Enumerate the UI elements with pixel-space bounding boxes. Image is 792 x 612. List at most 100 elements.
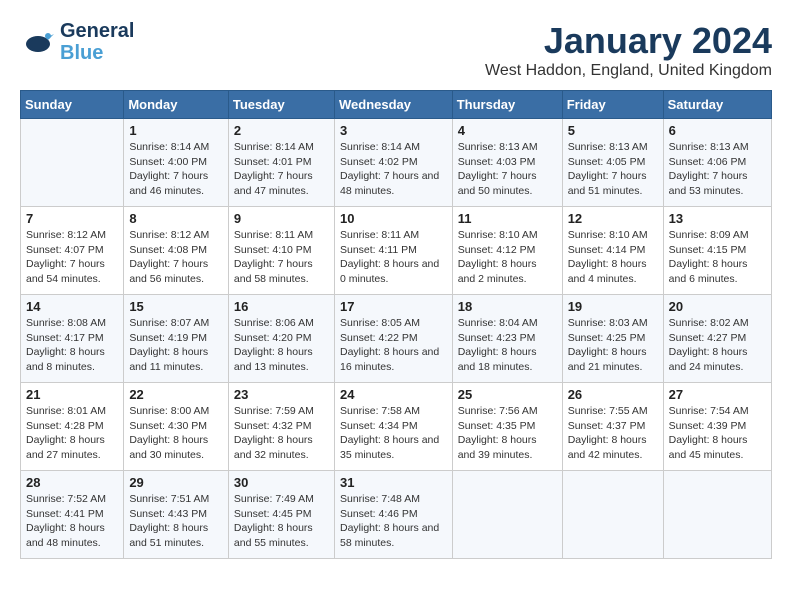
table-row: 3 Sunrise: 8:14 AM Sunset: 4:02 PM Dayli… — [334, 119, 452, 207]
day-number: 12 — [568, 211, 658, 226]
location: West Haddon, England, United Kingdom — [485, 62, 772, 80]
day-number: 22 — [129, 387, 223, 402]
day-number: 17 — [340, 299, 447, 314]
table-row: 20 Sunrise: 8:02 AM Sunset: 4:27 PM Dayl… — [663, 295, 771, 383]
cell-info: Sunrise: 8:11 AM Sunset: 4:11 PM Dayligh… — [340, 228, 447, 287]
table-row: 16 Sunrise: 8:06 AM Sunset: 4:20 PM Dayl… — [228, 295, 334, 383]
cell-info: Sunrise: 7:55 AM Sunset: 4:37 PM Dayligh… — [568, 404, 658, 463]
table-row: 28 Sunrise: 7:52 AM Sunset: 4:41 PM Dayl… — [21, 471, 124, 559]
day-number: 18 — [458, 299, 557, 314]
cell-info: Sunrise: 8:12 AM Sunset: 4:07 PM Dayligh… — [26, 228, 118, 287]
day-number: 8 — [129, 211, 223, 226]
cell-info: Sunrise: 7:52 AM Sunset: 4:41 PM Dayligh… — [26, 492, 118, 551]
cell-info: Sunrise: 8:14 AM Sunset: 4:00 PM Dayligh… — [129, 140, 223, 199]
day-number: 13 — [669, 211, 766, 226]
table-row: 30 Sunrise: 7:49 AM Sunset: 4:45 PM Dayl… — [228, 471, 334, 559]
calendar-header-row: Sunday Monday Tuesday Wednesday Thursday… — [21, 91, 772, 119]
cell-info: Sunrise: 8:09 AM Sunset: 4:15 PM Dayligh… — [669, 228, 766, 287]
cell-info: Sunrise: 7:49 AM Sunset: 4:45 PM Dayligh… — [234, 492, 329, 551]
cell-info: Sunrise: 8:12 AM Sunset: 4:08 PM Dayligh… — [129, 228, 223, 287]
cell-info: Sunrise: 8:14 AM Sunset: 4:01 PM Dayligh… — [234, 140, 329, 199]
month-title: January 2024 — [485, 20, 772, 62]
cell-info: Sunrise: 7:51 AM Sunset: 4:43 PM Dayligh… — [129, 492, 223, 551]
table-row: 11 Sunrise: 8:10 AM Sunset: 4:12 PM Dayl… — [452, 207, 562, 295]
table-row: 25 Sunrise: 7:56 AM Sunset: 4:35 PM Dayl… — [452, 383, 562, 471]
cell-info: Sunrise: 8:14 AM Sunset: 4:02 PM Dayligh… — [340, 140, 447, 199]
day-number: 14 — [26, 299, 118, 314]
table-row: 21 Sunrise: 8:01 AM Sunset: 4:28 PM Dayl… — [21, 383, 124, 471]
day-number: 1 — [129, 123, 223, 138]
table-row: 15 Sunrise: 8:07 AM Sunset: 4:19 PM Dayl… — [124, 295, 229, 383]
cell-info: Sunrise: 7:54 AM Sunset: 4:39 PM Dayligh… — [669, 404, 766, 463]
table-row: 2 Sunrise: 8:14 AM Sunset: 4:01 PM Dayli… — [228, 119, 334, 207]
table-row — [21, 119, 124, 207]
day-number: 25 — [458, 387, 557, 402]
logo-blue: Blue — [60, 42, 134, 64]
day-number: 21 — [26, 387, 118, 402]
table-row: 13 Sunrise: 8:09 AM Sunset: 4:15 PM Dayl… — [663, 207, 771, 295]
col-monday: Monday — [124, 91, 229, 119]
day-number: 30 — [234, 475, 329, 490]
table-row: 1 Sunrise: 8:14 AM Sunset: 4:00 PM Dayli… — [124, 119, 229, 207]
col-thursday: Thursday — [452, 91, 562, 119]
table-row: 22 Sunrise: 8:00 AM Sunset: 4:30 PM Dayl… — [124, 383, 229, 471]
cell-info: Sunrise: 7:59 AM Sunset: 4:32 PM Dayligh… — [234, 404, 329, 463]
table-row: 4 Sunrise: 8:13 AM Sunset: 4:03 PM Dayli… — [452, 119, 562, 207]
table-row: 29 Sunrise: 7:51 AM Sunset: 4:43 PM Dayl… — [124, 471, 229, 559]
table-row: 24 Sunrise: 7:58 AM Sunset: 4:34 PM Dayl… — [334, 383, 452, 471]
day-number: 29 — [129, 475, 223, 490]
table-row — [663, 471, 771, 559]
day-number: 19 — [568, 299, 658, 314]
table-row: 26 Sunrise: 7:55 AM Sunset: 4:37 PM Dayl… — [562, 383, 663, 471]
cell-info: Sunrise: 8:02 AM Sunset: 4:27 PM Dayligh… — [669, 316, 766, 375]
cell-info: Sunrise: 8:07 AM Sunset: 4:19 PM Dayligh… — [129, 316, 223, 375]
table-row: 5 Sunrise: 8:13 AM Sunset: 4:05 PM Dayli… — [562, 119, 663, 207]
cell-info: Sunrise: 8:00 AM Sunset: 4:30 PM Dayligh… — [129, 404, 223, 463]
day-number: 23 — [234, 387, 329, 402]
day-number: 4 — [458, 123, 557, 138]
col-wednesday: Wednesday — [334, 91, 452, 119]
cell-info: Sunrise: 8:13 AM Sunset: 4:05 PM Dayligh… — [568, 140, 658, 199]
day-number: 2 — [234, 123, 329, 138]
cell-info: Sunrise: 8:06 AM Sunset: 4:20 PM Dayligh… — [234, 316, 329, 375]
table-row — [452, 471, 562, 559]
cell-info: Sunrise: 7:48 AM Sunset: 4:46 PM Dayligh… — [340, 492, 447, 551]
day-number: 20 — [669, 299, 766, 314]
day-number: 11 — [458, 211, 557, 226]
table-row: 31 Sunrise: 7:48 AM Sunset: 4:46 PM Dayl… — [334, 471, 452, 559]
day-number: 6 — [669, 123, 766, 138]
cell-info: Sunrise: 8:13 AM Sunset: 4:03 PM Dayligh… — [458, 140, 557, 199]
cell-info: Sunrise: 8:04 AM Sunset: 4:23 PM Dayligh… — [458, 316, 557, 375]
cell-info: Sunrise: 8:08 AM Sunset: 4:17 PM Dayligh… — [26, 316, 118, 375]
table-row: 7 Sunrise: 8:12 AM Sunset: 4:07 PM Dayli… — [21, 207, 124, 295]
calendar-week-row: 14 Sunrise: 8:08 AM Sunset: 4:17 PM Dayl… — [21, 295, 772, 383]
table-row: 19 Sunrise: 8:03 AM Sunset: 4:25 PM Dayl… — [562, 295, 663, 383]
day-number: 27 — [669, 387, 766, 402]
page-header: General Blue January 2024 West Haddon, E… — [20, 20, 772, 80]
title-block: January 2024 West Haddon, England, Unite… — [485, 20, 772, 80]
cell-info: Sunrise: 7:56 AM Sunset: 4:35 PM Dayligh… — [458, 404, 557, 463]
calendar-table: Sunday Monday Tuesday Wednesday Thursday… — [20, 90, 772, 559]
cell-info: Sunrise: 8:10 AM Sunset: 4:12 PM Dayligh… — [458, 228, 557, 287]
day-number: 5 — [568, 123, 658, 138]
table-row: 27 Sunrise: 7:54 AM Sunset: 4:39 PM Dayl… — [663, 383, 771, 471]
day-number: 24 — [340, 387, 447, 402]
day-number: 26 — [568, 387, 658, 402]
calendar-week-row: 7 Sunrise: 8:12 AM Sunset: 4:07 PM Dayli… — [21, 207, 772, 295]
day-number: 10 — [340, 211, 447, 226]
col-sunday: Sunday — [21, 91, 124, 119]
table-row: 23 Sunrise: 7:59 AM Sunset: 4:32 PM Dayl… — [228, 383, 334, 471]
logo-general: General — [60, 20, 134, 42]
day-number: 15 — [129, 299, 223, 314]
table-row: 9 Sunrise: 8:11 AM Sunset: 4:10 PM Dayli… — [228, 207, 334, 295]
cell-info: Sunrise: 8:05 AM Sunset: 4:22 PM Dayligh… — [340, 316, 447, 375]
cell-info: Sunrise: 8:13 AM Sunset: 4:06 PM Dayligh… — [669, 140, 766, 199]
cell-info: Sunrise: 8:10 AM Sunset: 4:14 PM Dayligh… — [568, 228, 658, 287]
calendar-week-row: 21 Sunrise: 8:01 AM Sunset: 4:28 PM Dayl… — [21, 383, 772, 471]
day-number: 7 — [26, 211, 118, 226]
cell-info: Sunrise: 8:01 AM Sunset: 4:28 PM Dayligh… — [26, 404, 118, 463]
cell-info: Sunrise: 8:11 AM Sunset: 4:10 PM Dayligh… — [234, 228, 329, 287]
table-row: 8 Sunrise: 8:12 AM Sunset: 4:08 PM Dayli… — [124, 207, 229, 295]
col-saturday: Saturday — [663, 91, 771, 119]
table-row: 14 Sunrise: 8:08 AM Sunset: 4:17 PM Dayl… — [21, 295, 124, 383]
